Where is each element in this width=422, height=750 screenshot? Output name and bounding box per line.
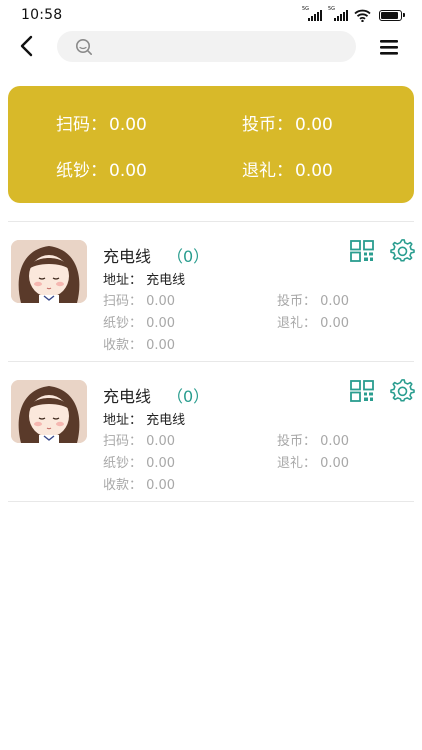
summary-card: 扫码： 0.00 投币： 0.00 纸钞： 0.00 退礼： 0.00 xyxy=(8,86,414,203)
device-name: 充电线 xyxy=(103,247,152,266)
device-count: （0） xyxy=(167,387,210,406)
status-icons: 5G 5G xyxy=(302,6,405,22)
summary-refund-label: 退礼： xyxy=(242,161,293,181)
summary-scan-value: 0.00 xyxy=(109,115,147,135)
summary-coin: 投币： 0.00 xyxy=(242,110,333,135)
device-paper: 纸钞： 0.00 xyxy=(103,316,176,331)
device-paper: 纸钞： 0.00 xyxy=(103,456,176,471)
summary-refund: 退礼： 0.00 xyxy=(242,156,333,181)
device-scan: 扫码： 0.00 xyxy=(103,294,176,309)
device-address: 地址： 充电线 xyxy=(103,273,186,288)
search-icon xyxy=(76,39,93,56)
search-bar[interactable] xyxy=(57,31,356,64)
summary-coin-label: 投币： xyxy=(242,115,293,135)
gear-icon[interactable] xyxy=(389,239,415,263)
back-arrow-icon[interactable] xyxy=(16,34,40,58)
summary-paper-value: 0.00 xyxy=(109,161,147,181)
signal-icon: 5G xyxy=(302,6,322,21)
avatar xyxy=(11,380,87,443)
summary-refund-value: 0.00 xyxy=(295,161,333,181)
wifi-icon xyxy=(354,9,371,22)
summary-paper-label: 纸钞： xyxy=(56,161,107,181)
summary-paper: 纸钞： 0.00 xyxy=(56,156,147,181)
device-income: 收款： 0.00 xyxy=(103,478,176,493)
device-list-item[interactable]: 充电线 （0） 地址： 充电线 扫码： 0.00 投币： 0.00 纸钞： 0.… xyxy=(0,362,422,502)
device-name: 充电线 xyxy=(103,387,152,406)
gear-icon[interactable] xyxy=(389,379,415,403)
device-refund: 退礼： 0.00 xyxy=(277,316,350,331)
qr-code-icon[interactable] xyxy=(350,380,374,402)
device-income: 收款： 0.00 xyxy=(103,338,176,353)
status-bar: 10:58 5G 5G xyxy=(0,0,422,30)
avatar xyxy=(11,240,87,303)
summary-scan-label: 扫码： xyxy=(56,115,107,135)
device-coin: 投币： 0.00 xyxy=(277,294,350,309)
device-refund: 退礼： 0.00 xyxy=(277,456,350,471)
battery-icon xyxy=(379,9,405,21)
summary-scan: 扫码： 0.00 xyxy=(56,110,147,135)
signal-icon: 5G xyxy=(328,6,348,21)
qr-code-icon[interactable] xyxy=(350,240,374,262)
summary-coin-value: 0.00 xyxy=(295,115,333,135)
device-coin: 投币： 0.00 xyxy=(277,434,350,449)
status-time: 10:58 xyxy=(21,7,63,23)
divider xyxy=(8,501,414,502)
device-address: 地址： 充电线 xyxy=(103,413,186,428)
device-scan: 扫码： 0.00 xyxy=(103,434,176,449)
header-bar xyxy=(0,30,422,64)
menu-icon[interactable] xyxy=(378,36,402,58)
search-input[interactable] xyxy=(101,31,345,64)
device-count: （0） xyxy=(167,247,210,266)
device-list-item[interactable]: 充电线 （0） 地址： 充电线 扫码： 0.00 投币： 0.00 纸钞： 0.… xyxy=(0,222,422,362)
